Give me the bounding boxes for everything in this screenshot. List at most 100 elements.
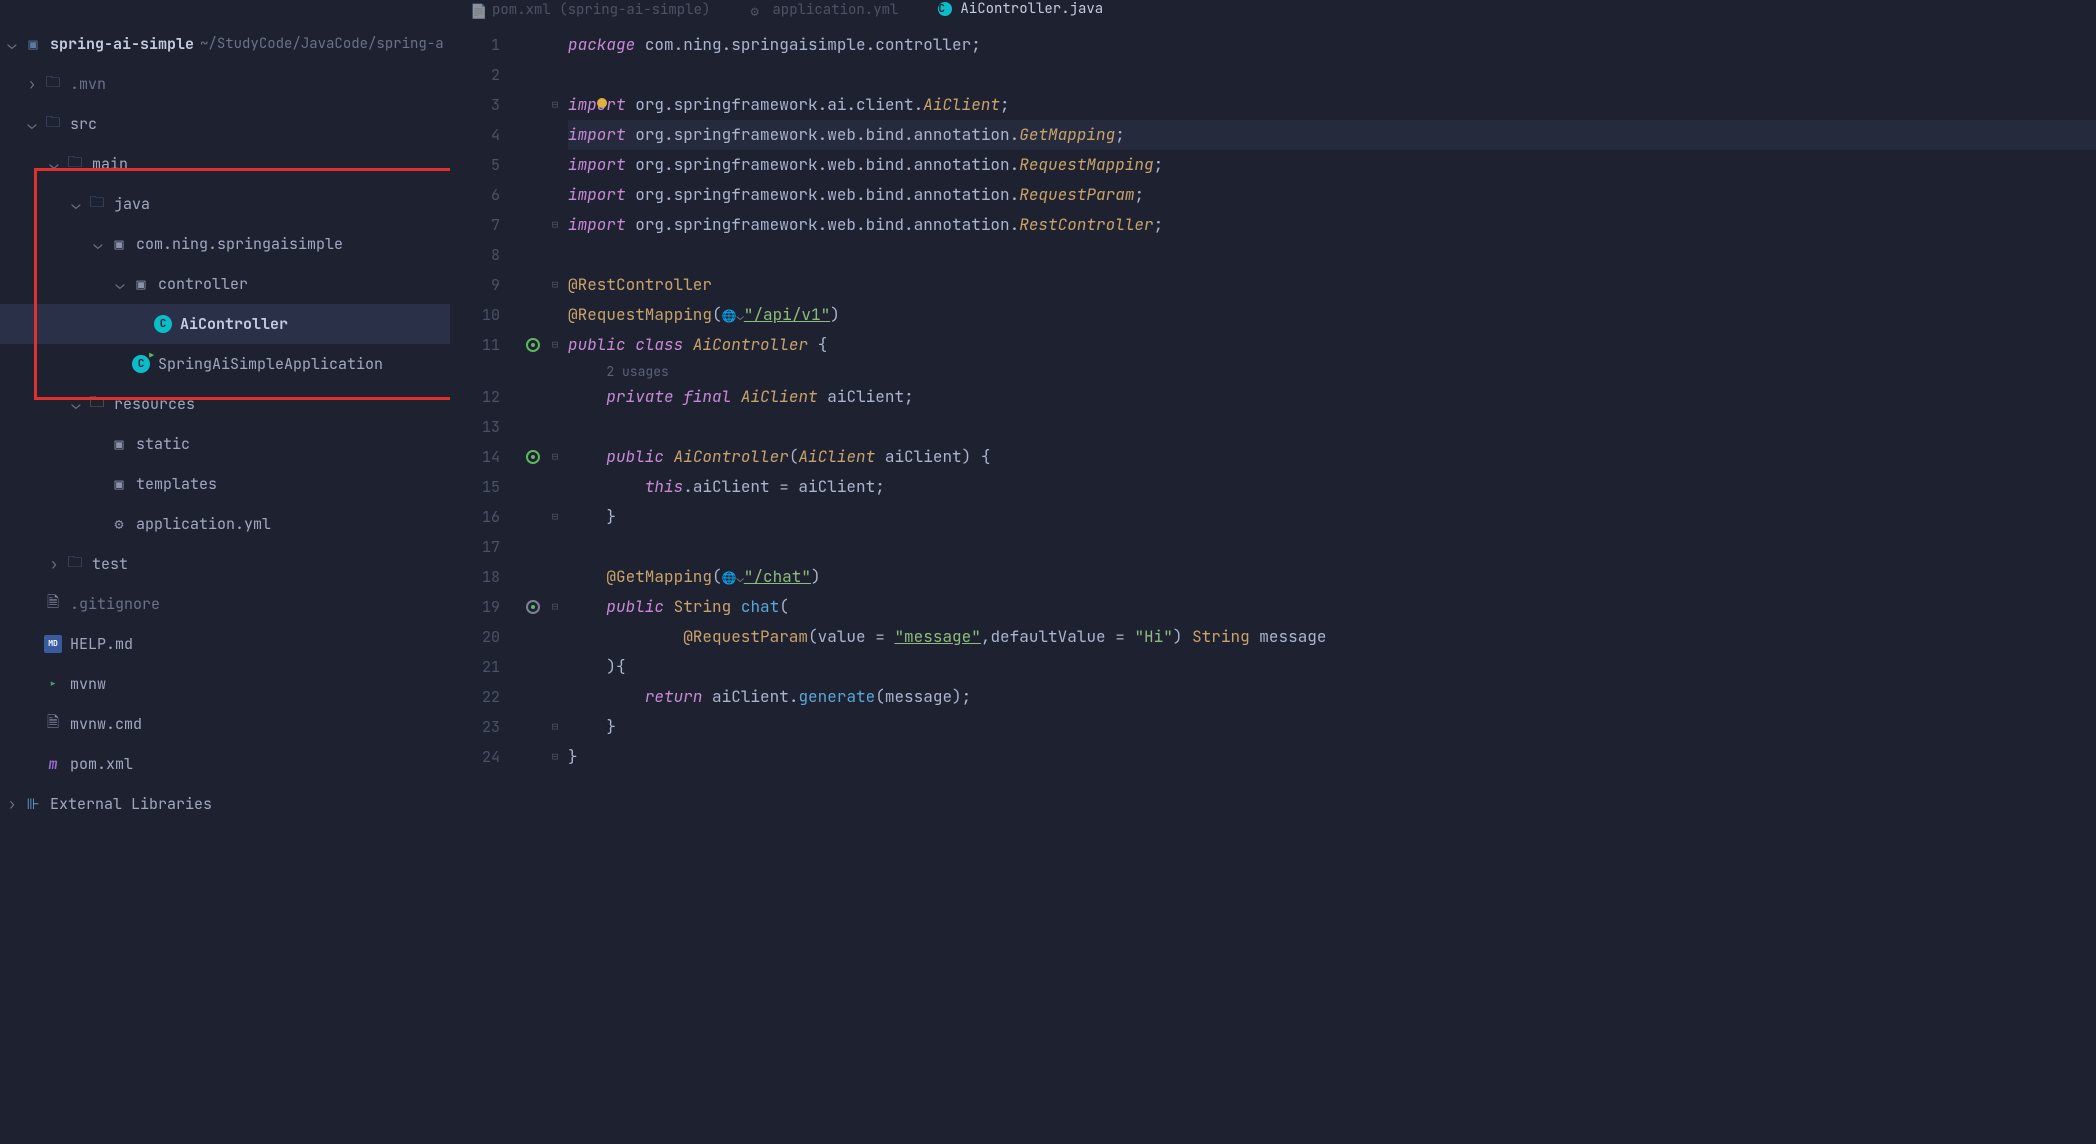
- package-icon: ▣: [110, 235, 128, 253]
- tree-label: SpringAiSimpleApplication: [158, 354, 383, 374]
- tree-item-pom[interactable]: · m pom.xml: [0, 744, 450, 784]
- fold-marker[interactable]: ⊟: [546, 270, 564, 300]
- tab-yml[interactable]: ⚙ application.yml: [740, 0, 908, 20]
- warning-dot-icon[interactable]: [597, 98, 607, 108]
- line-number[interactable]: 13: [450, 412, 500, 442]
- fold-marker[interactable]: ⊟: [546, 502, 564, 532]
- tree-label: mvnw: [70, 674, 106, 694]
- line-number[interactable]: 18: [450, 562, 500, 592]
- chevron-down-icon[interactable]: ⌄: [46, 156, 62, 172]
- tree-item-test[interactable]: › 🗀 test: [0, 544, 450, 584]
- chevron-down-icon[interactable]: ⌄: [112, 276, 128, 292]
- tree-root[interactable]: ⌄ ▣ spring-ai-simple ~/StudyCode/JavaCod…: [0, 24, 450, 64]
- line-number[interactable]: 6: [450, 180, 500, 210]
- fold-marker[interactable]: ⊟: [546, 442, 564, 472]
- line-number[interactable]: 14: [450, 442, 500, 472]
- file-icon: 🗎: [44, 595, 62, 613]
- tree-item-application[interactable]: · C SpringAiSimpleApplication: [0, 344, 450, 384]
- line-number[interactable]: 19: [450, 592, 500, 622]
- maven-icon: m: [44, 755, 62, 773]
- markdown-icon: MD: [44, 635, 62, 653]
- tree-label: src: [70, 114, 97, 134]
- class-icon: C: [154, 315, 172, 333]
- resources-folder-icon: 🗀: [88, 395, 106, 413]
- code-content[interactable]: package com.ning.springaisimple.controll…: [564, 20, 2096, 1144]
- tree-item-java[interactable]: ⌄ 🗀 java: [0, 184, 450, 224]
- tree-item-src[interactable]: ⌄ 🗀 src: [0, 104, 450, 144]
- tree-item-gitignore[interactable]: · 🗎 .gitignore: [0, 584, 450, 624]
- line-number[interactable]: 9: [450, 270, 500, 300]
- chevron-down-icon[interactable]: ⌄: [24, 116, 40, 132]
- chevron-right-icon[interactable]: ›: [24, 76, 40, 92]
- spring-bean-icon[interactable]: [526, 338, 540, 352]
- tree-item-static[interactable]: · ▣ static: [0, 424, 450, 464]
- usages-hint[interactable]: 2 usages: [606, 363, 668, 380]
- fold-marker[interactable]: ⊟: [546, 210, 564, 240]
- tree-label: test: [92, 554, 128, 574]
- tree-item-resources[interactable]: ⌄ 🗀 resources: [0, 384, 450, 424]
- line-number[interactable]: 3: [450, 90, 500, 120]
- tab-pom[interactable]: 📄 pom.xml (spring-ai-simple): [460, 0, 720, 20]
- tree-item-mvn[interactable]: › 🗀 .mvn: [0, 64, 450, 104]
- chevron-down-icon[interactable]: ⌄: [68, 196, 84, 212]
- yaml-icon: ⚙: [750, 3, 764, 17]
- chevron-down-icon[interactable]: ⌄: [68, 396, 84, 412]
- line-number[interactable]: 4: [450, 120, 500, 150]
- line-number[interactable]: 17: [450, 532, 500, 562]
- project-icon: ▣: [24, 35, 42, 53]
- file-icon: 🗎: [44, 715, 62, 733]
- line-number[interactable]: 16: [450, 502, 500, 532]
- line-number[interactable]: 22: [450, 682, 500, 712]
- line-number[interactable]: 24: [450, 742, 500, 772]
- line-number[interactable]: 5: [450, 150, 500, 180]
- chevron-down-icon[interactable]: ⌄: [4, 36, 20, 52]
- tree-label: pom.xml: [70, 754, 133, 774]
- tab-aicontroller[interactable]: C AiController.java: [928, 0, 1113, 20]
- tree-item-aicontroller[interactable]: · C AiController: [0, 304, 450, 344]
- autowire-icon[interactable]: [526, 450, 540, 464]
- tree-item-appyml[interactable]: · ⚙ application.yml: [0, 504, 450, 544]
- tree-item-controller[interactable]: ⌄ ▣ controller: [0, 264, 450, 304]
- folder-icon: 🗀: [44, 75, 62, 93]
- tree-item-mvnwcmd[interactable]: · 🗎 mvnw.cmd: [0, 704, 450, 744]
- source-folder-icon: 🗀: [88, 195, 106, 213]
- chevron-right-icon[interactable]: ›: [46, 556, 62, 572]
- maven-icon: 📄: [470, 3, 484, 17]
- tree-item-helpmd[interactable]: · MD HELP.md: [0, 624, 450, 664]
- line-number[interactable]: 20: [450, 622, 500, 652]
- tree-label: .gitignore: [70, 594, 160, 614]
- line-number[interactable]: 21: [450, 652, 500, 682]
- folder-icon: ▣: [110, 475, 128, 493]
- line-number[interactable]: 1: [450, 30, 500, 60]
- tree-label: templates: [136, 474, 217, 494]
- tree-label: main: [92, 154, 128, 174]
- tree-label: .mvn: [70, 74, 106, 94]
- tree-label: spring-ai-simple: [50, 34, 194, 54]
- tree-item-package[interactable]: ⌄ ▣ com.ning.springaisimple: [0, 224, 450, 264]
- line-number[interactable]: 7: [450, 210, 500, 240]
- fold-marker[interactable]: ⊟: [546, 90, 564, 120]
- tree-item-extlib[interactable]: › ⊪ External Libraries: [0, 784, 450, 824]
- line-number[interactable]: 12: [450, 382, 500, 412]
- tab-label: AiController.java: [960, 0, 1103, 18]
- endpoint-icon[interactable]: [526, 600, 540, 614]
- project-tree[interactable]: ⌄ ▣ spring-ai-simple ~/StudyCode/JavaCod…: [0, 20, 450, 1144]
- line-number[interactable]: 2: [450, 60, 500, 90]
- fold-marker[interactable]: ⊟: [546, 330, 564, 360]
- tree-item-main[interactable]: ⌄ 🗀 main: [0, 144, 450, 184]
- fold-marker[interactable]: ⊟: [546, 742, 564, 772]
- tree-item-mvnw[interactable]: · ▸ mvnw: [0, 664, 450, 704]
- line-number[interactable]: 10: [450, 300, 500, 330]
- code-editor[interactable]: 1 2 3 4 5 6 7 8 9 10 11 12 13 14 15 16 1…: [450, 20, 2096, 1144]
- line-number[interactable]: 11: [450, 330, 500, 360]
- line-number[interactable]: 23: [450, 712, 500, 742]
- tree-label: External Libraries: [50, 794, 212, 814]
- line-number[interactable]: 8: [450, 240, 500, 270]
- folder-icon: ▣: [110, 435, 128, 453]
- chevron-down-icon[interactable]: ⌄: [90, 236, 106, 252]
- fold-marker[interactable]: ⊟: [546, 592, 564, 622]
- fold-marker[interactable]: ⊟: [546, 712, 564, 742]
- chevron-right-icon[interactable]: ›: [4, 796, 20, 812]
- tree-item-templates[interactable]: · ▣ templates: [0, 464, 450, 504]
- line-number[interactable]: 15: [450, 472, 500, 502]
